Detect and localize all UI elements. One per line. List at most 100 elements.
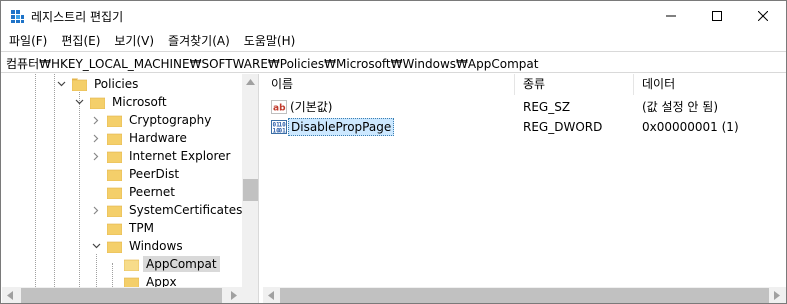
list-row-default[interactable]: ab (기본값) REG_SZ (값 설정 안 됨)	[263, 97, 786, 117]
window-title: 레지스트리 편집기	[31, 10, 124, 24]
tree-horizontal-scrollbar[interactable]	[2, 287, 242, 303]
scroll-up-icon[interactable]	[246, 79, 255, 85]
tree-vertical-scrollbar[interactable]	[242, 74, 258, 287]
tree-item-label: Cryptography	[129, 113, 212, 127]
tree-connector	[79, 92, 80, 287]
value-data: 0x00000001 (1)	[642, 120, 739, 134]
tree-item-label: Internet Explorer	[129, 149, 231, 163]
menu-bar: 파일(F) 편집(E) 보기(V) 즐겨찾기(A) 도움말(H)	[1, 31, 786, 51]
value-name[interactable]: DisablePropPage	[288, 118, 395, 136]
tree-item-label: Microsoft	[112, 95, 167, 109]
folder-icon	[106, 222, 123, 235]
close-button[interactable]	[740, 1, 786, 31]
collapse-icon[interactable]	[90, 237, 102, 255]
folder-icon	[106, 168, 123, 181]
folder-icon	[123, 276, 140, 287]
folder-icon	[106, 240, 123, 253]
tree-item-label: TPM	[129, 221, 154, 235]
string-value-icon: ab	[271, 100, 287, 114]
folder-icon	[106, 132, 123, 145]
svg-text:ab: ab	[273, 104, 286, 114]
scroll-left-icon[interactable]	[268, 291, 274, 300]
tree-item-label: Policies	[94, 77, 139, 91]
value-data: (값 설정 안 됨)	[642, 100, 719, 114]
minimize-button[interactable]	[648, 1, 694, 31]
list-horizontal-scrollbar[interactable]	[263, 287, 786, 303]
scroll-left-icon[interactable]	[7, 291, 13, 300]
expand-icon[interactable]	[90, 201, 102, 219]
maximize-button[interactable]	[694, 1, 740, 31]
menu-help[interactable]: 도움말(H)	[237, 31, 303, 51]
tree-item-appcompat[interactable]: AppCompat	[107, 255, 220, 273]
expand-icon[interactable]	[90, 129, 102, 147]
tree-item-appx[interactable]: Appx	[107, 273, 180, 287]
tree-item-label: Appx	[146, 275, 177, 287]
tree-item-label: SystemCertificates	[129, 203, 242, 217]
tree-item-hardware[interactable]: Hardware	[90, 129, 190, 147]
menu-edit[interactable]: 편집(E)	[54, 31, 107, 51]
list-header: 이름 종류 데이터	[263, 74, 786, 95]
folder-icon	[71, 78, 88, 91]
registry-editor-window: 레지스트리 편집기 파일(F) 편집(E) 보기(V) 즐겨찾기(A) 도움말(…	[0, 0, 787, 304]
title-bar[interactable]: 레지스트리 편집기	[1, 1, 786, 31]
tree-item-cryptography[interactable]: Cryptography	[90, 111, 214, 129]
close-icon	[758, 11, 768, 21]
folder-icon	[106, 150, 123, 163]
scrollbar-corner	[242, 287, 258, 303]
scrollbar-thumb[interactable]	[243, 179, 258, 201]
minimize-icon	[666, 15, 676, 17]
maximize-icon	[712, 11, 722, 21]
tree-item-label: Hardware	[129, 131, 187, 145]
tree-item-policies[interactable]: Policies	[55, 75, 141, 93]
column-header-name[interactable]: 이름	[263, 74, 515, 95]
value-type: REG_DWORD	[523, 120, 603, 134]
address-bar[interactable]: 컴퓨터₩HKEY_LOCAL_MACHINE₩SOFTWARE₩Policies…	[1, 51, 786, 73]
svg-text:01: 01	[279, 128, 287, 135]
tree-item-peerdist[interactable]: PeerDist	[90, 165, 182, 183]
values-list-pane: 이름 종류 데이터 ab (기본값) REG_SZ (값 설정 안 됨) 01 …	[263, 74, 786, 303]
tree-item-label: Windows	[129, 239, 183, 253]
registry-editor-icon	[10, 9, 25, 24]
tree-item-label: PeerDist	[129, 167, 180, 181]
tree-item-microsoft[interactable]: Microsoft	[73, 93, 170, 111]
scroll-right-icon[interactable]	[231, 291, 237, 300]
tree-item-label: Peernet	[129, 185, 175, 199]
tree-item-tpm[interactable]: TPM	[90, 219, 157, 237]
key-tree-pane: Policies Microsoft Cryptography Hardware	[2, 74, 259, 303]
tree-item-label: AppCompat	[143, 256, 220, 272]
folder-icon	[89, 96, 106, 109]
column-header-data[interactable]: 데이터	[634, 74, 786, 95]
menu-view[interactable]: 보기(V)	[107, 31, 161, 51]
tree-item-windows[interactable]: Windows	[90, 237, 186, 255]
binary-value-icon: 01 10 10 01	[271, 120, 287, 135]
tree-item-peernet[interactable]: Peernet	[90, 183, 178, 201]
tree-item-internet-explorer[interactable]: Internet Explorer	[90, 147, 233, 165]
folder-icon	[106, 204, 123, 217]
expand-icon[interactable]	[90, 147, 102, 165]
value-type: REG_SZ	[523, 100, 571, 114]
collapse-icon[interactable]	[55, 75, 67, 93]
scrollbar-thumb[interactable]	[280, 288, 769, 303]
key-tree: Policies Microsoft Cryptography Hardware	[2, 74, 242, 287]
open-folder-icon	[123, 258, 140, 271]
tree-connector	[54, 74, 55, 287]
column-header-type[interactable]: 종류	[515, 74, 634, 95]
folder-icon	[106, 186, 123, 199]
address-path[interactable]: 컴퓨터₩HKEY_LOCAL_MACHINE₩SOFTWARE₩Policies…	[6, 55, 538, 72]
menu-favorites[interactable]: 즐겨찾기(A)	[161, 31, 237, 51]
tree-connector	[96, 254, 97, 287]
scrollbar-thumb[interactable]	[21, 288, 222, 303]
value-name: (기본값)	[290, 100, 333, 114]
menu-file[interactable]: 파일(F)	[1, 31, 54, 51]
tree-connector	[35, 74, 36, 287]
tree-item-systemcertificates[interactable]: SystemCertificates	[90, 201, 242, 219]
scroll-right-icon[interactable]	[774, 291, 780, 300]
expand-icon[interactable]	[90, 111, 102, 129]
list-row-disableproppage[interactable]: 01 10 10 01 DisablePropPage REG_DWORD 0x…	[263, 117, 786, 137]
collapse-icon[interactable]	[73, 93, 85, 111]
